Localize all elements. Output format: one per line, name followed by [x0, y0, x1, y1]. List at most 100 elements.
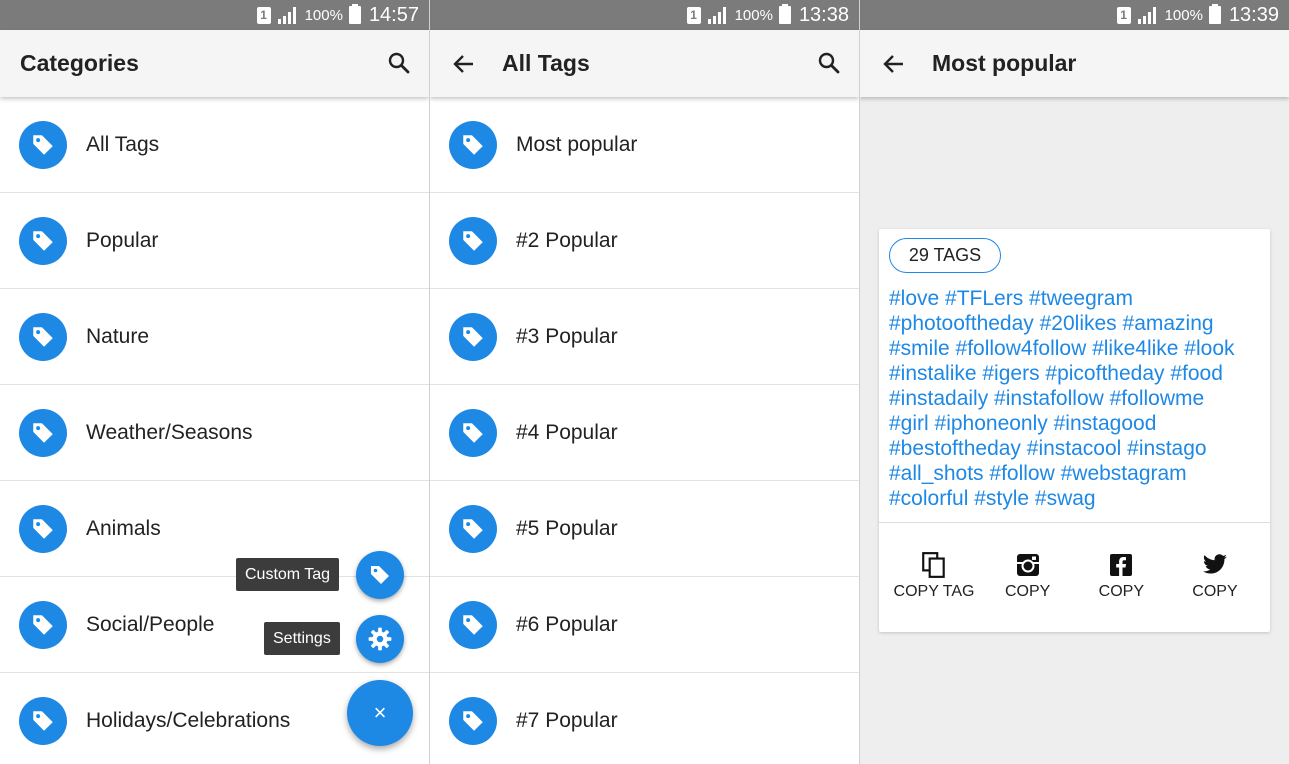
hashtag-text[interactable]: #love #TFLers #tweegram #photooftheday #… [889, 286, 1267, 511]
hashtag-line: #love #TFLers #tweegram [889, 287, 1133, 310]
tag-card: 29 TAGS #love #TFLers #tweegram #photoof… [879, 229, 1270, 632]
battery-percent: 100% [1164, 6, 1203, 24]
list-item-popular-4[interactable]: #4 Popular [430, 385, 859, 481]
list-item-all-tags[interactable]: All Tags [0, 97, 429, 193]
most-popular-screen: 1 100% 13:39 Most popular 29 TAGS #love … [860, 0, 1289, 764]
battery-percent: 100% [734, 6, 773, 24]
page-title: Categories [20, 50, 139, 76]
list-item-label: Most popular [516, 132, 638, 156]
hashtag-line: #bestoftheday #instacool #instago [889, 437, 1207, 460]
list-item-label: Animals [86, 516, 161, 540]
search-button[interactable] [815, 49, 843, 77]
settings-tooltip[interactable]: Settings [264, 622, 340, 655]
sim-icon: 1 [1116, 6, 1131, 24]
tag-icon [19, 504, 67, 553]
list-item-popular-6[interactable]: #6 Popular [430, 577, 859, 673]
action-label: COPY [1192, 583, 1238, 600]
list-item-label: #3 Popular [516, 324, 618, 348]
sim-icon: 1 [256, 6, 271, 24]
hashtag-line: #smile #follow4follow #like4like #look [889, 337, 1235, 360]
page-title: Most popular [932, 50, 1077, 76]
list-item-most-popular[interactable]: Most popular [430, 97, 859, 193]
hashtag-line: #colorful #style #swag [889, 487, 1096, 510]
tag-icon [449, 600, 497, 649]
list-item-popular[interactable]: Popular [0, 193, 429, 289]
list-item-popular-5[interactable]: #5 Popular [430, 481, 859, 577]
tag-icon [449, 408, 497, 457]
back-button[interactable] [450, 50, 478, 78]
copy-tag-button[interactable]: COPY TAG [889, 551, 979, 601]
tag-icon [449, 696, 497, 745]
tag-icon [19, 312, 67, 361]
hashtag-line: #all_shots #follow #webstagram [889, 462, 1187, 485]
categories-screen: 1 100% 14:57 Categories All Tags Popular [0, 0, 429, 764]
hashtag-line: #instalike #igers #picoftheday #food [889, 362, 1223, 385]
status-bar: 1 100% 14:57 [0, 0, 429, 30]
tag-icon [371, 566, 389, 584]
list-item-label: Popular [86, 228, 159, 252]
list-item-label: Holidays/Celebrations [86, 708, 291, 732]
settings-button[interactable] [356, 615, 404, 663]
clock: 13:38 [798, 3, 849, 26]
list-item-popular-3[interactable]: #3 Popular [430, 289, 859, 385]
custom-tag-button[interactable] [356, 551, 404, 599]
custom-tag-tooltip[interactable]: Custom Tag [236, 558, 340, 591]
back-arrow-icon [453, 54, 473, 73]
instagram-icon [1016, 554, 1039, 576]
copy-twitter-button[interactable]: COPY [1170, 551, 1260, 601]
tag-icon [19, 120, 67, 169]
hashtag-line: #girl #iphoneonly #instagood [889, 412, 1157, 435]
app-bar: Categories [0, 30, 429, 97]
battery-icon [1208, 4, 1221, 24]
close-fab-button[interactable]: × [347, 680, 413, 746]
gear-icon [368, 627, 392, 651]
back-arrow-icon [883, 54, 903, 73]
list-item-label: #4 Popular [516, 420, 618, 444]
all-tags-screen: 1 100% 13:38 All Tags Most popular #2 Po… [430, 0, 859, 764]
app-bar: All Tags [430, 30, 859, 97]
list-item-label: #2 Popular [516, 228, 618, 252]
list-item-label: #6 Popular [516, 612, 618, 636]
search-icon [818, 52, 840, 74]
twitter-icon [1203, 554, 1227, 574]
action-label: COPY [1004, 583, 1051, 600]
action-label: COPY [1098, 583, 1144, 600]
copy-icon [922, 552, 945, 578]
list-item-weather-seasons[interactable]: Weather/Seasons [0, 385, 429, 481]
tag-icon [19, 696, 67, 745]
list-item-popular-7[interactable]: #7 Popular [430, 673, 859, 764]
tag-icon [19, 216, 67, 265]
status-bar: 1 100% 13:38 [430, 0, 859, 30]
tag-icon [19, 408, 67, 457]
copy-facebook-button[interactable]: COPY [1076, 551, 1166, 601]
action-label: COPY TAG [893, 583, 975, 600]
sim-icon: 1 [686, 6, 701, 24]
page-title: All Tags [502, 50, 590, 76]
copy-instagram-button[interactable]: COPY [983, 551, 1073, 601]
clock: 13:39 [1228, 3, 1279, 26]
card-divider [879, 522, 1270, 523]
search-button[interactable] [385, 49, 413, 77]
tag-icon [449, 216, 497, 265]
signal-icon [707, 7, 726, 24]
clock: 14:57 [368, 3, 419, 26]
battery-icon [778, 4, 791, 24]
battery-icon [348, 4, 361, 24]
app-bar: Most popular [860, 30, 1289, 97]
list-item-label: #5 Popular [516, 516, 618, 540]
tag-icon [449, 504, 497, 553]
battery-percent: 100% [304, 6, 343, 24]
hashtag-line: #photooftheday #20likes #amazing [889, 312, 1214, 335]
category-list: All Tags Popular Nature Weather/Seasons … [0, 97, 429, 764]
list-item-popular-2[interactable]: #2 Popular [430, 193, 859, 289]
list-item-nature[interactable]: Nature [0, 289, 429, 385]
tag-icon [19, 600, 67, 649]
back-button[interactable] [880, 50, 908, 78]
tag-icon [449, 120, 497, 169]
list-item-label: All Tags [86, 132, 160, 156]
list-item-label: Social/People [86, 612, 215, 636]
hashtag-line: #instadaily #instafollow #followme [889, 387, 1205, 410]
signal-icon [277, 7, 296, 24]
signal-icon [1137, 7, 1156, 24]
close-icon: × [373, 700, 387, 725]
